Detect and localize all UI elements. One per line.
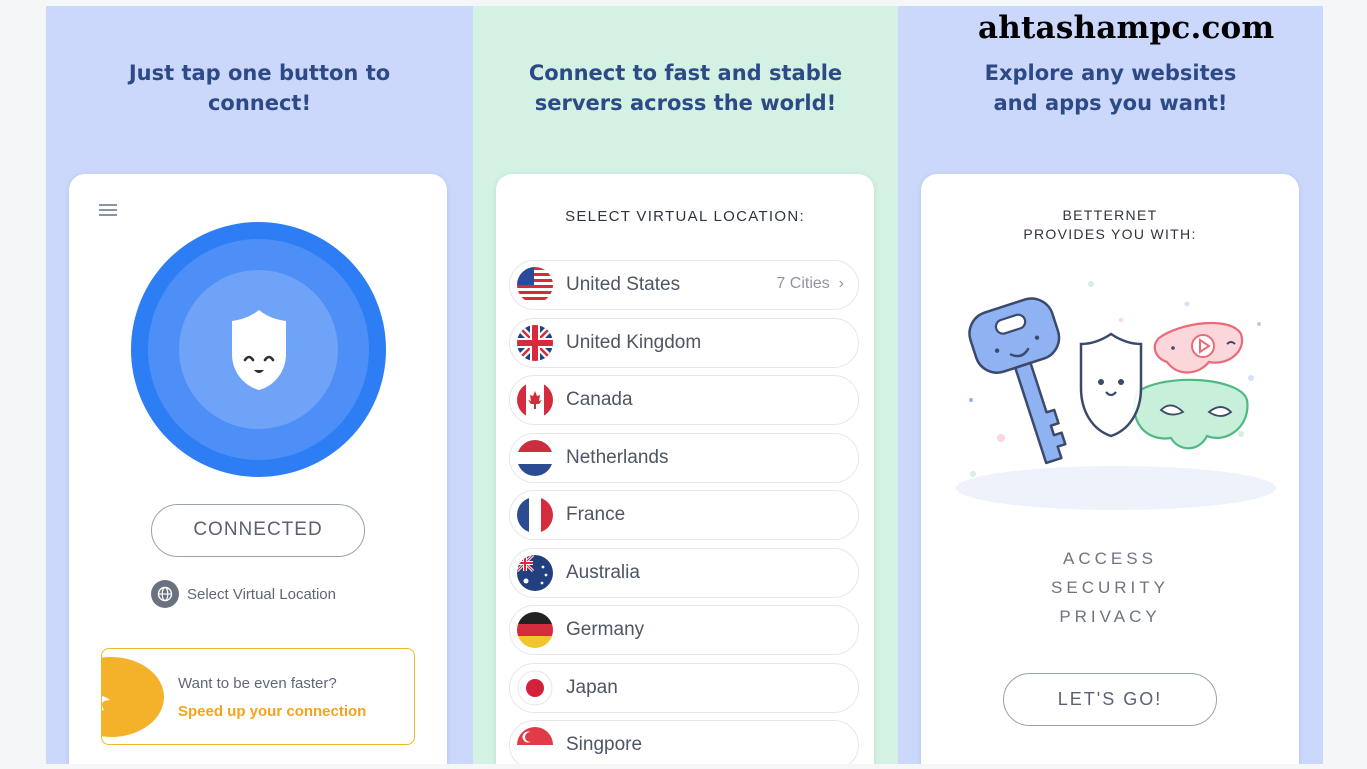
country-name: Singpore xyxy=(566,734,643,755)
country-name: Australia xyxy=(566,561,640,583)
city-count: 7 Cities › xyxy=(776,275,844,292)
country-name: United States xyxy=(566,274,681,295)
france-flag-icon xyxy=(517,497,553,533)
watermark-text: ahtashampc.com xyxy=(978,10,1275,46)
panel-locations: Connect to fast and stable servers acros… xyxy=(473,6,898,764)
promo-question: Want to be even faster? xyxy=(178,675,337,692)
country-item-united-kingdom[interactable]: United Kingdom xyxy=(509,317,859,368)
country-item-australia[interactable]: Australia xyxy=(509,547,859,598)
japan-flag-icon xyxy=(517,670,553,705)
select-virtual-location-link[interactable]: Select Virtual Location xyxy=(151,580,336,608)
country-item-canada[interactable]: Canada xyxy=(509,375,859,425)
connect-button[interactable] xyxy=(131,222,386,477)
key-shield-mask-illustration xyxy=(956,281,1276,510)
country-name: Germany xyxy=(566,619,645,640)
chevron-right-icon: › xyxy=(838,275,844,292)
lets-go-button[interactable]: LET'S GO! xyxy=(1003,673,1217,726)
betternet-title: BETTERNET PROVIDES YOU WITH: xyxy=(1023,207,1197,242)
australia-flag-icon xyxy=(517,554,553,591)
select-location-label: Select Virtual Location xyxy=(187,585,336,603)
globe-icon xyxy=(151,580,179,608)
uk-flag-icon xyxy=(517,324,553,361)
panel-features: Explore any websites and apps you want! … xyxy=(898,6,1323,764)
panel-headline: Just tap one button to connect! xyxy=(128,61,391,115)
panel-headline: Explore any websites and apps you want! xyxy=(984,61,1237,115)
country-name: Netherlands xyxy=(566,446,669,468)
select-location-title: SELECT VIRTUAL LOCATION: xyxy=(565,208,805,225)
country-list: United States 7 Cities › United Kingdom xyxy=(509,260,859,764)
rocket-bird-icon xyxy=(102,695,110,711)
country-name: Canada xyxy=(566,389,633,410)
country-name: France xyxy=(566,504,626,525)
country-item-japan[interactable]: Japan xyxy=(509,662,859,713)
app-screen-home: CONNECTED Select Virtual Location Want t… xyxy=(69,174,447,764)
country-item-netherlands[interactable]: Netherlands xyxy=(509,432,859,483)
panel-headline: Connect to fast and stable servers acros… xyxy=(528,61,843,115)
hamburger-menu-icon[interactable] xyxy=(99,204,117,216)
panel-connect: Just tap one button to connect! CONNECTE… xyxy=(46,6,473,764)
feature-access: ACCESS xyxy=(1063,549,1157,568)
app-screen-features: BETTERNET PROVIDES YOU WITH: ACCESS SECU… xyxy=(921,174,1299,764)
netherlands-flag-icon xyxy=(517,439,553,476)
shield-mascot-icon xyxy=(232,310,286,390)
country-item-france[interactable]: France xyxy=(509,490,859,540)
country-item-singapore[interactable]: Singpore xyxy=(509,720,859,764)
feature-list: ACCESS SECURITY PRIVACY xyxy=(921,544,1299,631)
app-screen-locations: SELECT VIRTUAL LOCATION: United States 7… xyxy=(496,174,874,764)
canada-flag-icon xyxy=(517,382,553,418)
country-item-united-states[interactable]: United States 7 Cities › xyxy=(509,260,859,310)
country-item-germany[interactable]: Germany xyxy=(509,605,859,655)
country-name: United Kingdom xyxy=(566,331,702,353)
feature-privacy: PRIVACY xyxy=(1059,607,1161,626)
feature-security: SECURITY xyxy=(1051,578,1169,597)
country-name: Japan xyxy=(566,676,618,698)
promo-cta-link[interactable]: Speed up your connection xyxy=(178,703,366,720)
singapore-flag-icon xyxy=(517,727,553,763)
speed-up-promo-banner[interactable]: Want to be even faster? Speed up your co… xyxy=(101,648,415,745)
germany-flag-icon xyxy=(517,612,553,648)
connected-status-button[interactable]: CONNECTED xyxy=(151,504,365,557)
us-flag-icon xyxy=(517,267,553,303)
